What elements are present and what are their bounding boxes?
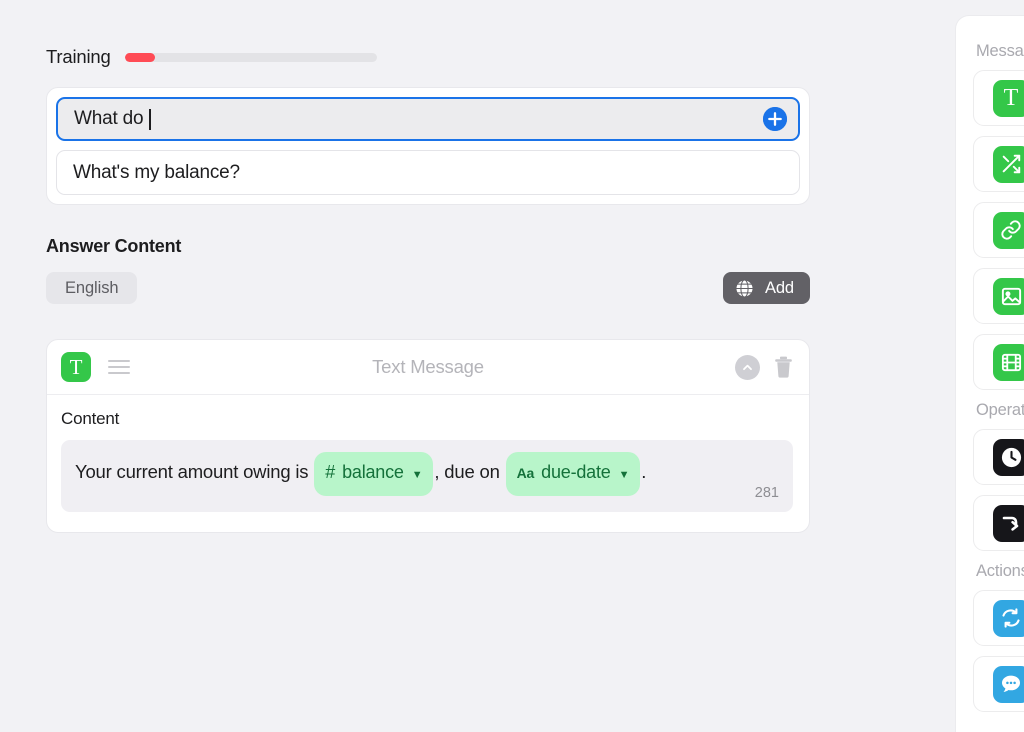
training-label: Training <box>46 46 111 67</box>
drag-handle-line <box>108 365 130 369</box>
character-count: 281 <box>754 485 779 501</box>
text-message-icon-letter: T <box>69 354 83 379</box>
training-header: Training <box>46 44 950 70</box>
content-text-segment: . <box>641 461 647 482</box>
sidebar-item-chat[interactable] <box>973 656 1024 712</box>
drag-handle-icon[interactable] <box>108 360 130 374</box>
sidebar-section-title: Operations <box>976 401 1024 419</box>
training-phrase-input-row[interactable]: What do <box>56 97 800 141</box>
sidebar-section-title: Messages <box>976 42 1024 60</box>
text-cursor-caret <box>149 108 151 130</box>
training-progress-bar <box>124 52 377 62</box>
content-text-segment: Your current amount owing is <box>75 461 314 482</box>
sync-exchange-icon <box>992 599 1024 637</box>
collapse-card-button[interactable] <box>735 354 760 380</box>
sidebar-section-operations: Operations <box>956 401 1024 551</box>
message-card-body: Content Your current amount owing is # ba… <box>47 395 809 532</box>
token-name: balance <box>342 462 404 482</box>
language-tab-list: English <box>46 272 138 304</box>
message-card-title: Text Message <box>372 356 484 377</box>
training-phrase-row[interactable]: What's my balance? <box>56 150 800 195</box>
text-message-icon-letter: T <box>1003 85 1019 111</box>
content-editor[interactable]: Your current amount owing is # balance ▼ , … <box>61 440 793 512</box>
answer-content-toolbar: English Add <box>46 272 810 304</box>
add-phrase-button[interactable] <box>763 107 787 131</box>
message-card-header-actions <box>735 354 793 380</box>
training-phrase-text: What's my balance? <box>73 161 240 183</box>
language-tab-english[interactable]: English <box>46 272 138 304</box>
arrow-right-jump-icon <box>992 504 1024 542</box>
chat-bubble-icon <box>992 665 1024 703</box>
editor-main-column: Training What do What's my balance? Answ… <box>0 0 950 732</box>
sidebar-section-messages: Messages T <box>956 42 1024 390</box>
drag-handle-line <box>108 360 130 363</box>
plus-circle-icon <box>763 107 787 131</box>
sidebar-item-delay[interactable] <box>973 429 1024 485</box>
content-rich-text: Your current amount owing is # balance ▼ , … <box>75 452 675 496</box>
message-card-header: T Text Message <box>47 340 809 395</box>
token-name: due-date <box>541 462 611 482</box>
sidebar-item-shuffle[interactable] <box>973 136 1024 192</box>
chevron-down-icon: ▼ <box>411 469 423 481</box>
drag-handle-line <box>108 371 130 374</box>
sidebar-item-link[interactable] <box>973 202 1024 258</box>
component-sidebar: Messages T <box>955 15 1024 732</box>
trash-icon <box>775 356 792 378</box>
content-text-segment: , due on <box>434 461 505 482</box>
training-progress-fill <box>124 52 155 62</box>
sidebar-item-text-message[interactable]: T <box>973 70 1024 126</box>
shuffle-icon <box>992 145 1024 183</box>
text-message-card: T Text Message Content Your current amou… <box>46 339 810 533</box>
training-phrase-input-text: What do <box>74 108 144 129</box>
token-prefix-text-icon: Aa <box>516 465 535 481</box>
sidebar-item-jump[interactable] <box>973 495 1024 551</box>
image-icon <box>992 277 1024 315</box>
content-field-label: Content <box>61 409 120 428</box>
token-chip-due-date[interactable]: Aa due-date ▼ <box>505 452 641 496</box>
text-message-icon: T <box>61 352 91 382</box>
chevron-down-icon: ▼ <box>618 469 630 481</box>
answer-content-title: Answer Content <box>46 236 182 256</box>
language-tab-label: English <box>65 278 119 297</box>
sidebar-item-sync[interactable] <box>973 590 1024 646</box>
token-chip-balance[interactable]: # balance ▼ <box>314 452 434 496</box>
token-prefix-number-icon: # <box>325 462 336 482</box>
add-language-button[interactable]: Add <box>722 272 810 304</box>
sidebar-item-video[interactable] <box>973 334 1024 390</box>
add-language-label: Add <box>764 278 794 297</box>
training-phrases-card: What do What's my balance? <box>46 87 810 205</box>
chevron-up-icon <box>743 364 752 370</box>
video-film-icon <box>992 343 1024 381</box>
globe-icon <box>735 278 754 298</box>
delete-card-button[interactable] <box>774 356 793 378</box>
sidebar-section-actions: Actions <box>956 562 1024 712</box>
link-chain-icon <box>992 211 1024 249</box>
text-message-icon: T <box>992 79 1024 117</box>
sidebar-item-image[interactable] <box>973 268 1024 324</box>
sidebar-section-title: Actions <box>976 562 1024 580</box>
clock-icon <box>992 438 1024 476</box>
